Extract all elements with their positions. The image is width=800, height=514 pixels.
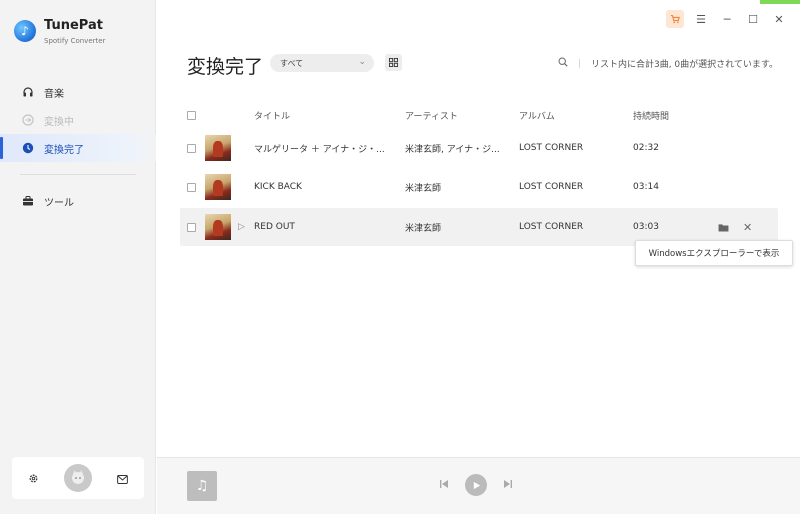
track-title: マルゲリータ ＋ アイナ・ジ・... xyxy=(254,144,385,155)
sidebar-item-label: 変換中 xyxy=(44,116,74,128)
maximize-icon[interactable]: ☐ xyxy=(744,10,762,28)
toolbox-icon xyxy=(21,195,34,208)
app-subtitle: Spotify Converter xyxy=(44,37,106,45)
next-track-icon[interactable] xyxy=(503,479,513,492)
track-artist: 米津玄師 xyxy=(405,183,442,194)
close-icon[interactable]: ✕ xyxy=(770,10,788,28)
play-icon[interactable]: ▷ xyxy=(238,208,245,246)
top-accent-bar xyxy=(760,0,800,4)
row-checkbox[interactable] xyxy=(187,143,196,153)
track-album: LOST CORNER xyxy=(519,222,584,232)
play-button[interactable] xyxy=(465,474,487,496)
row-checkbox[interactable] xyxy=(187,182,196,192)
track-duration: 02:32 xyxy=(633,143,659,153)
track-duration: 03:14 xyxy=(633,182,659,192)
settings-gear-icon[interactable] xyxy=(28,469,39,488)
cart-icon[interactable] xyxy=(666,10,684,28)
sidebar-item-tools[interactable]: ツール xyxy=(0,187,156,215)
sidebar-item-label: ツール xyxy=(44,197,74,209)
sidebar-item-music[interactable]: 音楽 xyxy=(0,78,156,106)
track-artist: 米津玄師, アイナ・ジ... xyxy=(405,144,500,155)
minimize-icon[interactable]: ─ xyxy=(718,10,736,28)
track-title: RED OUT xyxy=(254,222,295,232)
sidebar-divider xyxy=(20,174,136,175)
track-album: LOST CORNER xyxy=(519,182,584,192)
menu-icon[interactable]: ☰ xyxy=(692,10,710,28)
clock-icon xyxy=(21,142,34,155)
music-note-icon: ♫ xyxy=(187,471,217,501)
headphones-icon xyxy=(21,86,34,99)
player-bar: ♫ xyxy=(157,457,800,514)
grid-icon xyxy=(389,58,398,67)
track-title: KICK BACK xyxy=(254,182,302,192)
album-art-thumbnail xyxy=(205,174,231,200)
column-album[interactable]: アルバム xyxy=(519,104,555,126)
row-checkbox[interactable] xyxy=(187,222,196,232)
previous-track-icon[interactable] xyxy=(439,479,449,492)
track-album: LOST CORNER xyxy=(519,143,584,153)
column-title[interactable]: タイトル xyxy=(254,104,290,126)
sidebar-item-converted[interactable]: 変換完了 xyxy=(0,134,156,162)
app-name: TunePat xyxy=(44,18,103,33)
music-note-logo-icon: ♪ xyxy=(14,20,36,42)
sidebar: ♪ TunePat Spotify Converter 音楽 変換中 変換完了 xyxy=(0,0,156,514)
table-row[interactable]: KICK BACK 米津玄師 LOST CORNER 03:14 xyxy=(180,168,778,206)
selection-status: リスト内に合計3曲, 0曲が選択されています。 xyxy=(590,60,778,70)
chevron-down-icon: ⌄ xyxy=(358,57,366,67)
app-logo: ♪ TunePat Spotify Converter xyxy=(14,18,105,45)
sidebar-nav: 音楽 変換中 変換完了 ツール xyxy=(0,78,156,215)
select-all-checkbox[interactable] xyxy=(187,110,196,120)
search-icon[interactable] xyxy=(558,57,568,70)
album-art-thumbnail xyxy=(205,214,231,240)
sidebar-item-converting[interactable]: 変換中 xyxy=(0,106,156,134)
playback-controls xyxy=(439,474,513,496)
sidebar-item-label: 音楽 xyxy=(44,88,64,100)
track-artist: 米津玄師 xyxy=(405,223,442,234)
filter-dropdown[interactable]: すべて ⌄ xyxy=(270,54,374,72)
grid-view-button[interactable] xyxy=(385,54,402,71)
column-duration[interactable]: 持続時間 xyxy=(633,104,669,126)
mail-icon[interactable] xyxy=(117,469,128,488)
page-title: 変換完了 xyxy=(187,56,264,78)
user-avatar[interactable] xyxy=(64,464,92,492)
sidebar-footer xyxy=(12,457,144,499)
search-separator: | xyxy=(577,58,581,69)
sidebar-item-label: 変換完了 xyxy=(44,144,84,156)
table-row[interactable]: マルゲリータ ＋ アイナ・ジ・... 米津玄師, アイナ・ジ... LOST C… xyxy=(180,129,778,167)
tooltip: Windowsエクスプローラーで表示 xyxy=(635,240,793,266)
converting-icon xyxy=(21,114,34,127)
album-art-thumbnail xyxy=(205,135,231,161)
filter-value: すべて xyxy=(280,58,304,68)
column-artist[interactable]: アーティスト xyxy=(405,104,458,126)
table-header: タイトル アーティスト アルバム 持続時間 xyxy=(180,104,778,126)
window-controls: ☰ ─ ☐ ✕ xyxy=(658,10,788,28)
search-area: | リスト内に合計3曲, 0曲が選択されています。 xyxy=(558,57,778,70)
